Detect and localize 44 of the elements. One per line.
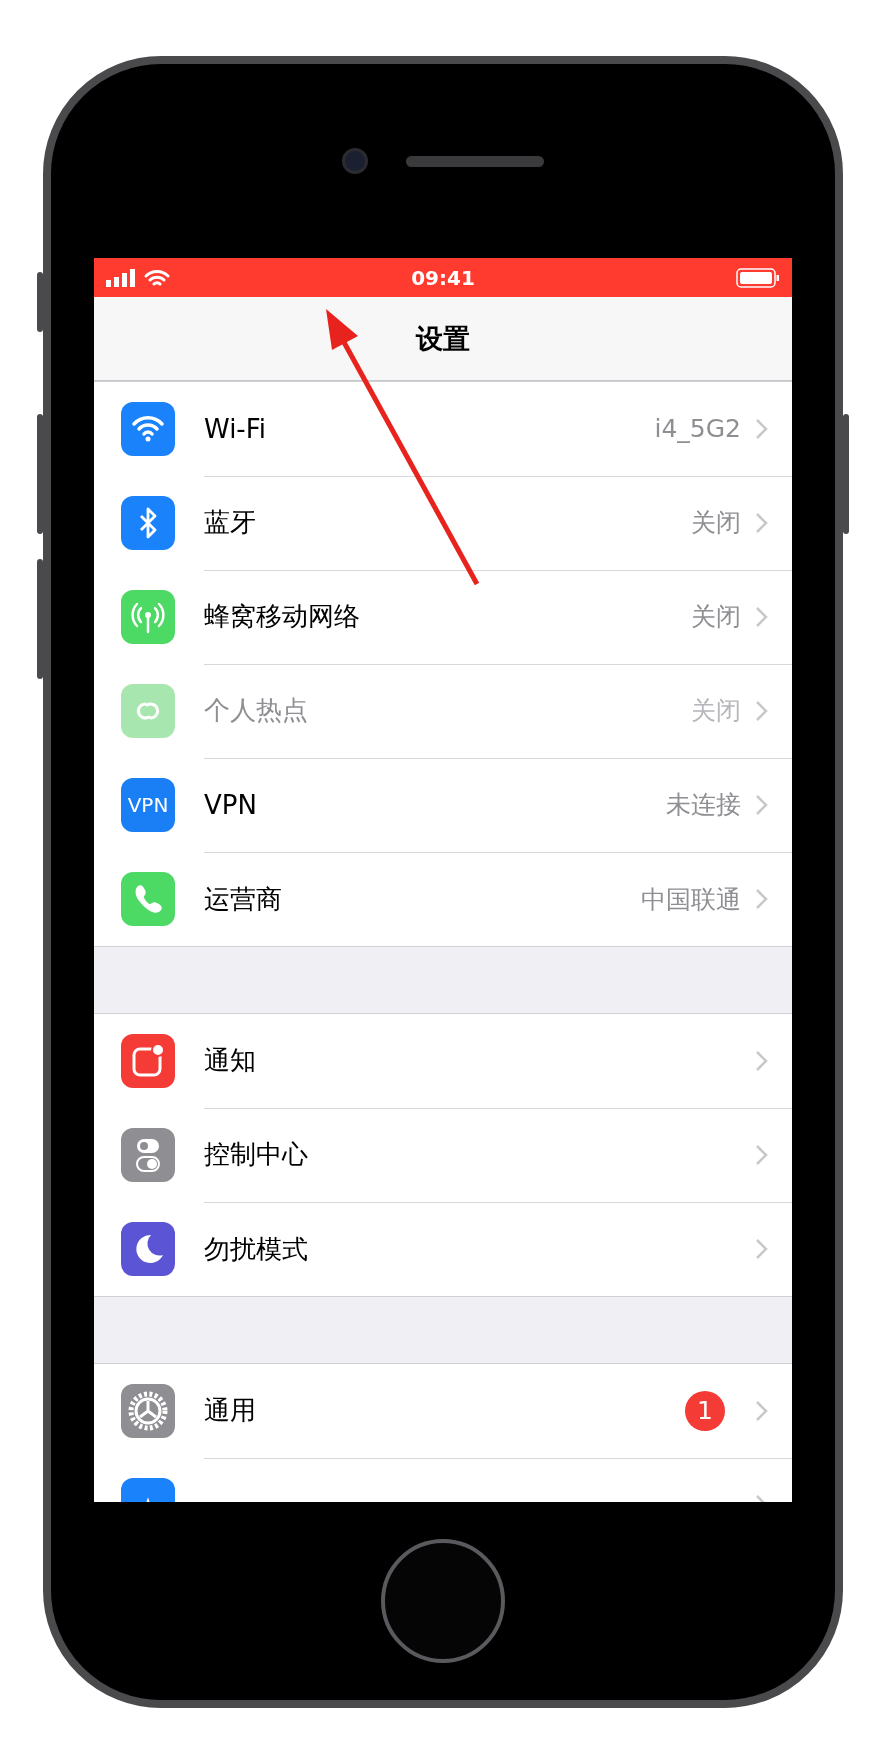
status-time: 09:41 <box>411 265 475 290</box>
settings-row[interactable]: VPN VPN 未连接 <box>94 758 792 852</box>
row-value: 关闭 <box>691 695 741 727</box>
row-label: 勿扰模式 <box>204 1232 309 1266</box>
row-value: 关闭 <box>691 507 741 539</box>
chevron-icon <box>755 1238 768 1260</box>
chevron-icon <box>755 417 768 440</box>
settings-row[interactable]: 通知 <box>94 1014 792 1108</box>
chevron-icon <box>755 1399 768 1422</box>
settings-row[interactable]: 通用 1 <box>94 1364 792 1458</box>
chevron-icon <box>755 511 768 534</box>
row-value: i4_5G2 <box>654 414 741 443</box>
row-label: 蓝牙 <box>204 506 257 539</box>
settings-row[interactable]: 蜂窝移动网络 关闭 <box>94 570 792 664</box>
wifi-icon <box>144 267 170 288</box>
row-label: Wi-Fi <box>204 413 268 444</box>
signal-icon <box>106 268 138 287</box>
row-value: 中国联通 <box>641 883 741 916</box>
row-label: 通知 <box>204 1044 257 1077</box>
row-value: 关闭 <box>691 601 741 633</box>
row-label: 控制中心 <box>204 1138 309 1171</box>
settings-row[interactable]: Wi-Fi i4_5G2 <box>94 382 792 476</box>
row-label: 通用 <box>204 1394 257 1427</box>
nav-title: 设置 <box>416 321 470 356</box>
chevron-icon <box>755 699 768 722</box>
row-label: 蜂窝移动网络 <box>204 600 361 633</box>
settings-row[interactable]: 蓝牙 关闭 <box>94 476 792 570</box>
vpn-icon: VPN <box>121 778 175 832</box>
chevron-icon <box>755 605 768 628</box>
row-label: 运营商 <box>204 882 283 916</box>
chevron-icon <box>755 1049 768 1072</box>
camera-lens <box>342 148 368 174</box>
chevron-icon <box>755 888 768 910</box>
settings-row[interactable]: 运营商 中国联通 <box>94 852 792 946</box>
row-label: VPN <box>204 789 258 820</box>
settings-row[interactable]: 控制中心 <box>94 1108 792 1202</box>
chevron-icon <box>755 1143 768 1166</box>
battery-icon <box>736 267 780 288</box>
settings-row[interactable]: 勿扰模式 <box>94 1202 792 1296</box>
notification-badge: 1 <box>685 1390 725 1431</box>
row-label: 个人热点 <box>204 694 309 727</box>
row-value: 未连接 <box>666 789 741 821</box>
chevron-icon <box>755 793 768 816</box>
side-button[interactable] <box>37 272 43 332</box>
